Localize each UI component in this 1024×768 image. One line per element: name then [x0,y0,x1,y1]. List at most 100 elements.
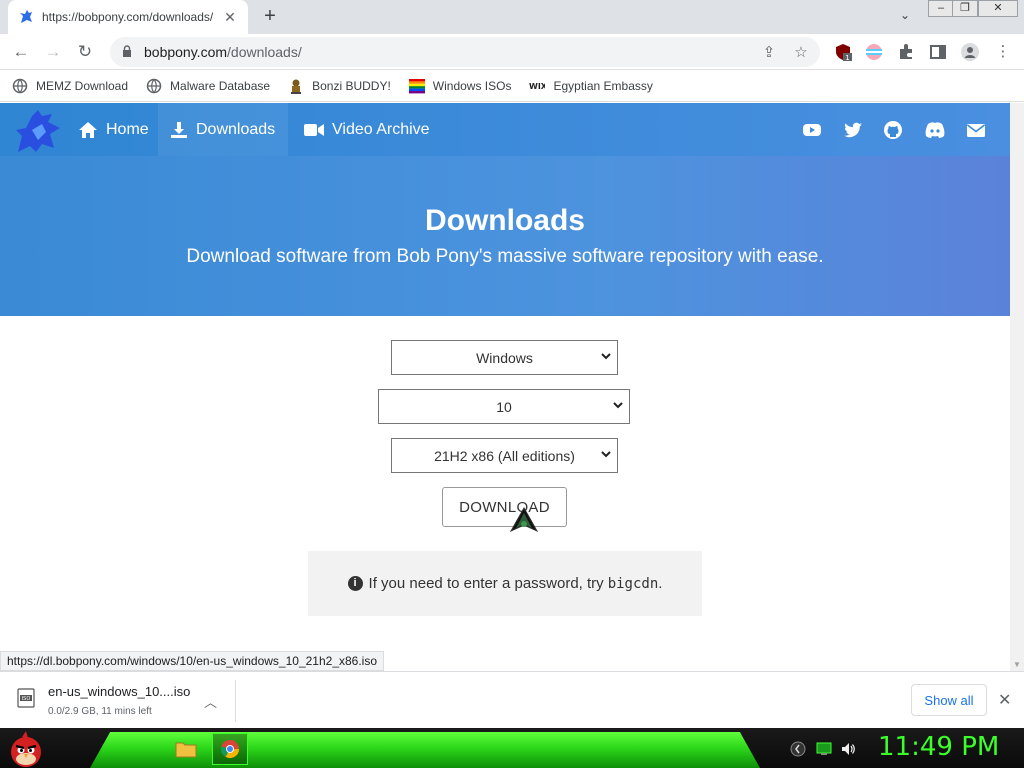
bobpony-logo-icon[interactable] [12,106,64,156]
video-camera-icon [304,123,324,136]
version-select-value: 10 [496,398,512,415]
tab-close-icon[interactable]: ✕ [222,9,238,26]
taskbar-file-explorer[interactable] [168,733,204,765]
angry-bird-start-icon[interactable] [4,728,48,768]
show-all-button[interactable]: Show all [911,684,987,716]
rainbow-flag-icon [408,78,425,93]
download-button[interactable]: DOWNLOAD [442,487,567,527]
notice-password: bigcdn [607,575,659,592]
tab-title: https://bobpony.com/downloads/ [42,10,214,24]
web-page: Home Downloads Video Archive Downloads D… [0,103,1010,671]
twitter-icon[interactable] [843,120,863,140]
bookmark-memz[interactable]: MEMZ Download [12,78,128,94]
download-status: 0.0/2.9 GB, 11 mins left [48,706,152,717]
reload-icon[interactable]: ↻ [74,41,96,63]
menu-kebab-icon[interactable]: ⋮ [992,41,1014,63]
page-subtitle: Download software from Bob Pony's massiv… [186,246,824,267]
svg-text:1: 1 [845,54,849,61]
network-tray-icon[interactable] [816,741,832,757]
back-icon[interactable]: ← [10,41,32,63]
volume-tray-icon[interactable] [840,741,856,757]
bookmark-malware-database[interactable]: Malware Database [146,78,270,94]
scroll-down-icon[interactable]: ▼ [1013,660,1021,669]
restore-button[interactable]: ❐ [952,0,978,17]
taskbar: 11:49 PM [0,728,1024,768]
bonzi-buddy-icon [291,79,302,94]
globe-icon [146,78,162,93]
ublock-extension-icon[interactable]: 1 [834,43,852,61]
svg-text:ISO: ISO [22,696,31,702]
hero-banner: Downloads Download software from Bob Pon… [0,156,1010,316]
version-select[interactable]: 10 [378,389,630,424]
browser-tab[interactable]: https://bobpony.com/downloads/ ✕ [8,0,248,34]
bookmark-egyptian-embassy[interactable]: WIX Egyptian Embassy [529,78,652,94]
share-icon[interactable]: ⇪ [760,44,778,62]
bookmark-label: Egyptian Embassy [553,78,653,93]
taskbar-clock[interactable]: 11:49 PM [878,732,999,762]
pride-extension-icon[interactable] [865,43,883,61]
nav-downloads-link[interactable]: Downloads [158,103,288,156]
status-bar-url: https://dl.bobpony.com/windows/10/en-us_… [0,651,385,671]
chevron-down-icon [601,451,611,458]
page-scrollbar[interactable]: ▼ [1010,103,1024,671]
iso-file-icon: ISO [17,688,35,708]
bookmark-bonzi-buddy[interactable]: Bonzi BUDDY! [288,78,391,94]
url-text: bobpony.com/downloads/ [144,44,302,60]
bookmark-windows-isos[interactable]: Windows ISOs [408,78,512,94]
password-notice: i If you need to enter a password, try b… [308,551,702,616]
folder-icon [175,742,197,758]
bookmark-label: Malware Database [170,78,271,93]
svg-text:WIX: WIX [529,82,545,91]
taskbar-chrome[interactable] [212,733,248,765]
profile-avatar-icon[interactable] [961,43,979,61]
forward-icon[interactable]: → [42,41,64,63]
notice-suffix: . [658,575,663,592]
mouse-cursor-icon [510,507,538,533]
edition-select[interactable]: 21H2 x86 (All editions) [391,438,618,473]
wix-icon: WIX [529,82,545,91]
github-icon[interactable] [883,120,903,140]
nav-downloads-label: Downloads [196,120,276,138]
download-item[interactable]: ISO en-us_windows_10....iso 0.0/2.9 GB, … [10,680,236,722]
nav-home-link[interactable]: Home [66,103,161,156]
nav-video-archive-link[interactable]: Video Archive [292,103,442,156]
info-icon: i [347,576,363,591]
bookmark-label: Windows ISOs [432,78,512,93]
close-shelf-icon[interactable]: ✕ [998,690,1011,710]
edition-select-value: 21H2 x86 (All editions) [434,447,575,464]
chevron-down-icon [601,353,611,360]
home-icon [79,121,97,138]
notice-text: If you need to enter a password, try [368,575,604,592]
download-filename: en-us_windows_10....iso [48,684,191,699]
page-title: Downloads [424,204,585,237]
nav-video-archive-label: Video Archive [332,120,430,138]
chrome-icon [220,740,239,759]
youtube-icon[interactable] [802,120,822,140]
language-tray-icon[interactable] [790,741,806,757]
os-select[interactable]: Windows [391,340,618,375]
discord-icon[interactable] [924,120,946,140]
new-tab-button[interactable]: + [258,5,282,29]
os-select-value: Windows [476,349,533,366]
chevron-up-icon[interactable]: ︿ [204,692,217,711]
close-window-button[interactable]: ✕ [978,0,1018,17]
download-icon [171,121,187,138]
bookmark-label: MEMZ Download [36,78,129,93]
bookmarks-bar: MEMZ Download Malware Database Bonzi BUD… [0,70,1024,102]
tab-search-icon[interactable]: ⌄ [896,8,914,26]
tab-strip: https://bobpony.com/downloads/ ✕ + ⌄ – ❐… [0,0,1024,34]
globe-icon [12,78,28,93]
bookmark-label: Bonzi BUDDY! [312,78,391,93]
download-shelf: ISO en-us_windows_10....iso 0.0/2.9 GB, … [0,671,1024,728]
minimize-button[interactable]: – [928,0,954,17]
bobpony-favicon-icon [20,10,32,23]
side-panel-icon[interactable] [929,43,947,61]
extensions-puzzle-icon[interactable] [897,43,915,61]
email-icon[interactable] [966,120,986,140]
nav-home-label: Home [106,120,149,138]
address-bar[interactable]: bobpony.com/downloads/ ⇪ ☆ [110,37,820,67]
site-navbar: Home Downloads Video Archive [0,103,1010,156]
chevron-down-icon [613,402,623,409]
bookmark-star-icon[interactable]: ☆ [792,44,810,62]
lock-icon[interactable] [122,44,134,60]
